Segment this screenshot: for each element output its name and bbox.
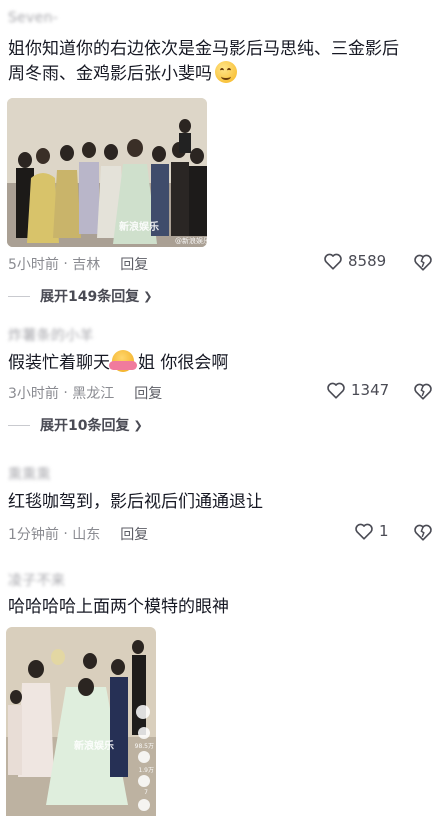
comment-username[interactable]: 熏熏熏: [8, 464, 51, 484]
comment-photo[interactable]: 新浪娱乐 98.5万 1.9万 7: [6, 627, 156, 816]
comment-photo[interactable]: 新浪娱乐 @新浪娱乐: [7, 98, 207, 247]
expand-label: 展开10条回复: [40, 418, 130, 434]
expand-replies-button[interactable]: 展开10条回复 ❯: [8, 415, 143, 435]
like-stat: 98.5万: [134, 743, 154, 750]
broken-heart-icon[interactable]: [413, 523, 433, 541]
comment-time: 3小时前: [8, 386, 59, 402]
comment-stat: 1.9万: [138, 767, 154, 774]
reply-button[interactable]: 回复: [120, 254, 148, 274]
comment-location: 山东: [72, 527, 101, 543]
chevron-down-icon: ❯: [143, 289, 153, 303]
comment-text-span: 姐 你很会啊: [138, 353, 229, 373]
comment-text-span: 周冬雨、金鸡影后张小斐吗: [8, 64, 212, 84]
smile-emoji-icon: [215, 61, 237, 83]
comment-text: 哈哈哈哈上面两个模特的眼神: [8, 597, 229, 617]
chevron-down-icon: ❯: [133, 418, 143, 432]
comment-meta: 5小时前 · 吉林 回复: [8, 254, 148, 274]
expand-label: 展开149条回复: [40, 289, 140, 305]
heart-outline-icon: [355, 523, 373, 540]
reply-button[interactable]: 回复: [120, 524, 148, 544]
divider: [8, 295, 30, 297]
like-button[interactable]: 8589: [323, 252, 386, 270]
meta-separator: ·: [58, 385, 73, 401]
comment-text-line: 周冬雨、金鸡影后张小斐吗: [8, 61, 399, 86]
divider: [8, 424, 30, 426]
broken-heart-icon[interactable]: [413, 382, 433, 400]
comment-text-span: 假装忙着聊天: [8, 353, 110, 373]
comment-username[interactable]: 炸薯条的小羊: [8, 325, 94, 345]
photo-watermark: 新浪娱乐: [74, 741, 114, 752]
comment-username[interactable]: Seven-: [8, 10, 58, 26]
photo-credit: @新浪娱乐: [175, 237, 207, 245]
comment-text: 姐你知道你的右边依次是金马影后马思纯、三金影后 周冬雨、金鸡影后张小斐吗: [8, 37, 399, 86]
comment-text-line: 姐你知道你的右边依次是金马影后马思纯、三金影后: [8, 39, 399, 59]
reply-button[interactable]: 回复: [134, 383, 162, 403]
photo-watermark: 新浪娱乐: [119, 222, 159, 233]
like-button[interactable]: 1347: [326, 381, 389, 399]
broken-heart-icon[interactable]: [413, 253, 433, 271]
comment-location: 黑龙江: [72, 386, 115, 402]
star-icon: [138, 775, 150, 787]
comment-text: 假装忙着聊天 姐 你很会啊: [8, 350, 228, 375]
share-icon: [138, 799, 150, 811]
comment-bubble-icon: [138, 751, 150, 763]
like-count: 1347: [351, 381, 390, 399]
favorite-stat: 7: [144, 789, 148, 796]
comment-username[interactable]: 凌子不来: [8, 570, 65, 590]
heart-icon: [138, 727, 150, 739]
photo-group-figures: [7, 98, 207, 247]
meta-separator: ·: [58, 526, 73, 542]
comment-location: 吉林: [72, 257, 101, 273]
heart-outline-icon: [327, 382, 345, 399]
hug-emoji-icon: [109, 350, 137, 372]
like-button[interactable]: 1: [354, 522, 389, 540]
heart-outline-icon: [324, 253, 342, 270]
comment-text: 红毯咖驾到，影后视后们通通退让: [8, 492, 263, 512]
expand-replies-button[interactable]: 展开149条回复 ❯: [8, 286, 152, 306]
like-count: 8589: [348, 252, 387, 270]
comment-meta: 3小时前 · 黑龙江 回复: [8, 383, 162, 403]
like-count: 1: [379, 522, 389, 540]
comment-time: 1分钟前: [8, 527, 59, 543]
comment-meta: 1分钟前 · 山东 回复: [8, 524, 148, 544]
avatar-icon: [136, 705, 150, 719]
meta-separator: ·: [58, 256, 73, 272]
comment-time: 5小时前: [8, 257, 59, 273]
photo-red-carpet-figures: [6, 627, 156, 816]
